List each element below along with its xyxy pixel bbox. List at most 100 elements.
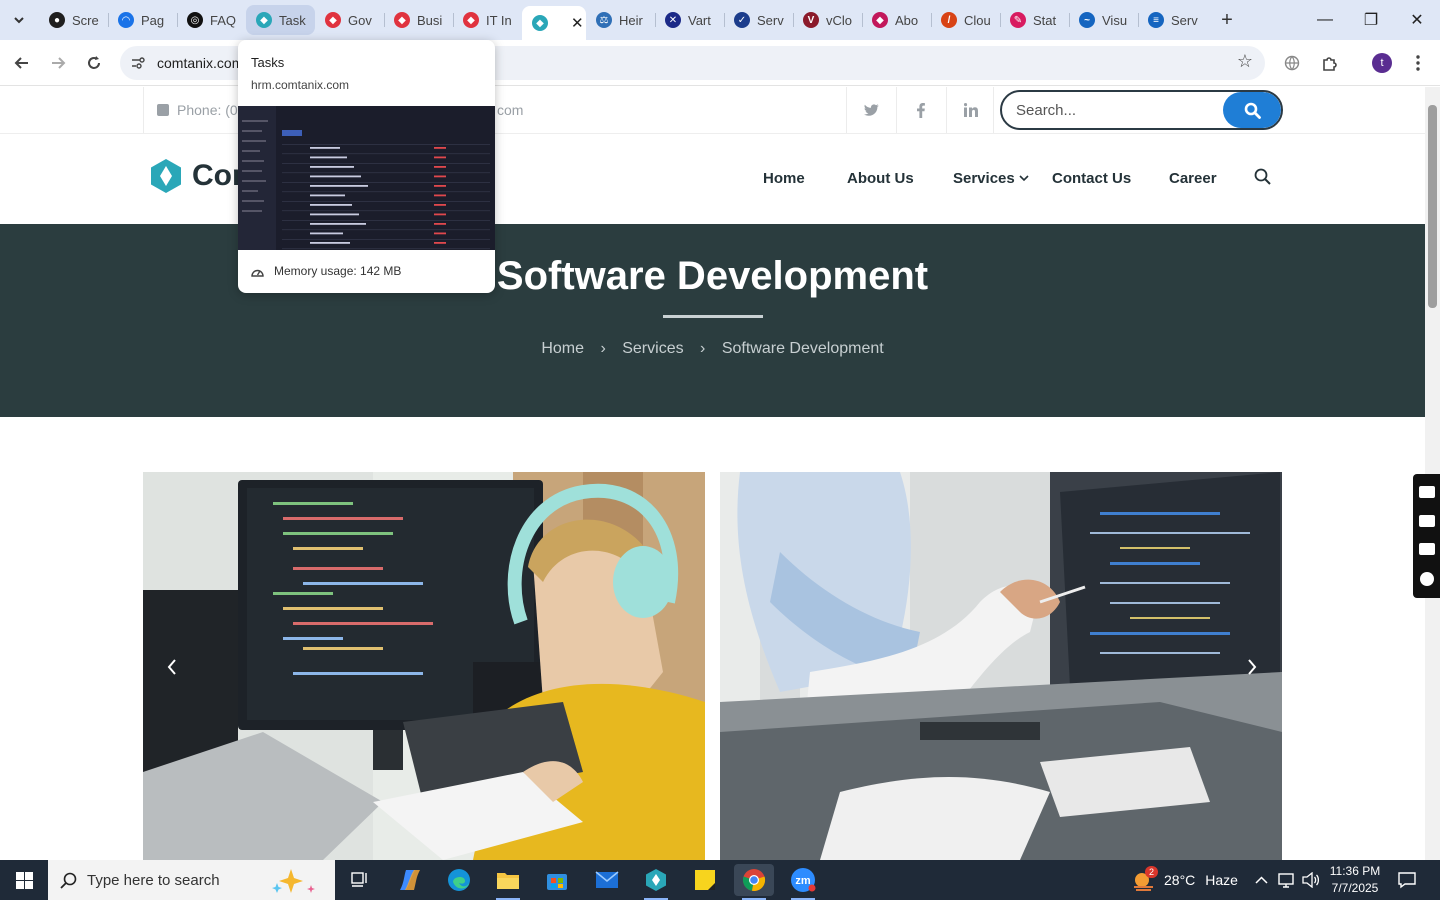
back-button[interactable] [8, 49, 36, 77]
tab-favicon-icon: ⚖ [596, 12, 612, 28]
minimize-button[interactable]: — [1302, 0, 1348, 40]
windows-taskbar: zm 2 28°C Haze 11:36 PM 7/7/2025 [0, 860, 1440, 900]
slider-prev-button[interactable] [150, 642, 194, 692]
browser-toolbar: comtanix.com ☆ [0, 40, 1440, 86]
edge-button[interactable] [439, 864, 479, 896]
browser-tab[interactable]: ✕ Vart [655, 5, 724, 35]
nav-home[interactable]: Home [763, 170, 805, 187]
volume-button[interactable] [1302, 860, 1320, 900]
preview-row-text [310, 223, 366, 225]
browser-tab[interactable]: ◠ Pag [108, 5, 177, 35]
file-explorer-button[interactable] [488, 864, 528, 900]
browser-tab[interactable]: ◆ ✕ [522, 6, 586, 40]
browser-tab[interactable]: ◆ IT In [453, 5, 522, 35]
site-search-button[interactable] [1223, 92, 1281, 128]
site-logo[interactable]: Cor [148, 158, 244, 194]
linkedin-icon[interactable] [961, 100, 981, 120]
facebook-icon[interactable] [911, 100, 931, 120]
camera-icon[interactable] [1418, 486, 1435, 499]
breadcrumb-services[interactable]: Services [622, 340, 683, 357]
nav-about-us[interactable]: About Us [847, 170, 914, 187]
close-window-button[interactable]: ✕ [1394, 0, 1440, 40]
taskbar-clock[interactable]: 11:36 PM 7/7/2025 [1325, 863, 1385, 897]
profile-avatar[interactable]: t [1372, 53, 1392, 73]
window-icon[interactable] [1418, 543, 1435, 556]
nav-services[interactable]: Services [953, 170, 1029, 187]
browser-tab[interactable]: VvClo [793, 5, 862, 35]
extensions-button[interactable] [1315, 49, 1343, 77]
header-search-button[interactable] [1254, 168, 1271, 190]
tab-title: vClo [826, 12, 853, 28]
task-view-button[interactable] [340, 864, 380, 896]
nav-services-label: Services [953, 170, 1015, 187]
site-search-input[interactable] [1002, 92, 1224, 128]
weather-temp: 28°C [1164, 872, 1196, 888]
browser-tab[interactable]: ◆ Task [246, 5, 315, 35]
browser-tab[interactable]: ◎ FAQ [177, 5, 246, 35]
tab-title: IT In [486, 12, 512, 28]
sparkle-icon [272, 869, 315, 893]
menu-button[interactable] [1404, 49, 1432, 77]
browser-tab[interactable]: / Clou [931, 5, 1000, 35]
nav-contact-us[interactable]: Contact Us [1052, 170, 1131, 187]
windows-logo-icon [15, 871, 33, 889]
browser-tab[interactable]: ◆ Gov [315, 5, 384, 35]
site-info-icon[interactable] [128, 53, 148, 73]
browser-tab[interactable]: ~ Visu [1069, 5, 1138, 35]
page-title: Software Development [496, 254, 929, 298]
tab-title: Heir [619, 12, 643, 28]
network-button[interactable] [1278, 860, 1296, 900]
scrollbar-thumb[interactable] [1428, 105, 1437, 308]
notifications-button[interactable] [1397, 860, 1417, 900]
chrome-button[interactable] [734, 864, 774, 900]
browser-tab[interactable]: ◆ Abo [862, 5, 931, 35]
close-tab-button[interactable]: ✕ [571, 14, 584, 32]
copilot-icon [400, 870, 420, 890]
breadcrumb-home[interactable]: Home [541, 340, 584, 357]
search-icon [1244, 102, 1261, 119]
tab-title: Vart [688, 12, 711, 28]
site-header: Cor Home About Us Services Contact Us Ca… [0, 133, 1425, 224]
breadcrumb-separator-icon: › [700, 340, 706, 357]
preview-row-status [434, 175, 446, 178]
email-contact[interactable]: com [497, 102, 523, 118]
translate-button[interactable] [1278, 49, 1306, 77]
taskbar-search-input[interactable] [87, 871, 267, 889]
mail-button[interactable] [587, 864, 627, 896]
folder-icon [497, 873, 519, 889]
hover-card-title: Tasks [251, 55, 285, 70]
browser-tab[interactable]: ✎ Stat [1000, 5, 1069, 35]
topbar-divider [993, 87, 994, 133]
zoom-button[interactable]: zm [783, 864, 823, 900]
tab-search-button[interactable] [5, 6, 33, 34]
slider-next-button[interactable] [1230, 642, 1274, 692]
slider-image-developer-pointing [720, 472, 1282, 860]
browser-tab[interactable]: ✓ Serv [724, 5, 793, 35]
preview-row-status [434, 232, 446, 235]
maximize-button[interactable]: ❐ [1348, 0, 1394, 40]
preview-row-text [310, 156, 347, 159]
browser-tab[interactable]: ⚖ Heir [586, 5, 655, 35]
weather-widget[interactable]: 2 28°C Haze [1131, 860, 1238, 900]
star-icon[interactable]: ☆ [1237, 51, 1253, 72]
gear-icon[interactable] [1419, 571, 1434, 586]
sticky-notes-button[interactable] [685, 864, 725, 896]
twitter-icon[interactable] [861, 100, 881, 120]
video-icon[interactable] [1418, 514, 1435, 527]
store-button[interactable] [537, 864, 577, 896]
forward-button[interactable] [44, 49, 72, 77]
start-button[interactable] [0, 860, 48, 900]
preview-row-status [434, 156, 446, 159]
nav-career[interactable]: Career [1169, 170, 1217, 187]
phone-contact[interactable]: Phone: (0 [157, 102, 238, 118]
reload-button[interactable] [80, 49, 108, 77]
browser-tab[interactable]: ● Scre [39, 5, 108, 35]
tab-title: Gov [348, 12, 372, 28]
svg-text:zm: zm [795, 875, 811, 887]
browser-tab[interactable]: ≡ Serv [1138, 5, 1207, 35]
new-tab-button[interactable]: + [1213, 6, 1241, 34]
comtanix-app-button[interactable] [636, 864, 676, 900]
copilot-button[interactable] [390, 864, 430, 896]
show-hidden-icons-button[interactable] [1255, 860, 1268, 900]
browser-tab[interactable]: ◆ Busi [384, 5, 453, 35]
